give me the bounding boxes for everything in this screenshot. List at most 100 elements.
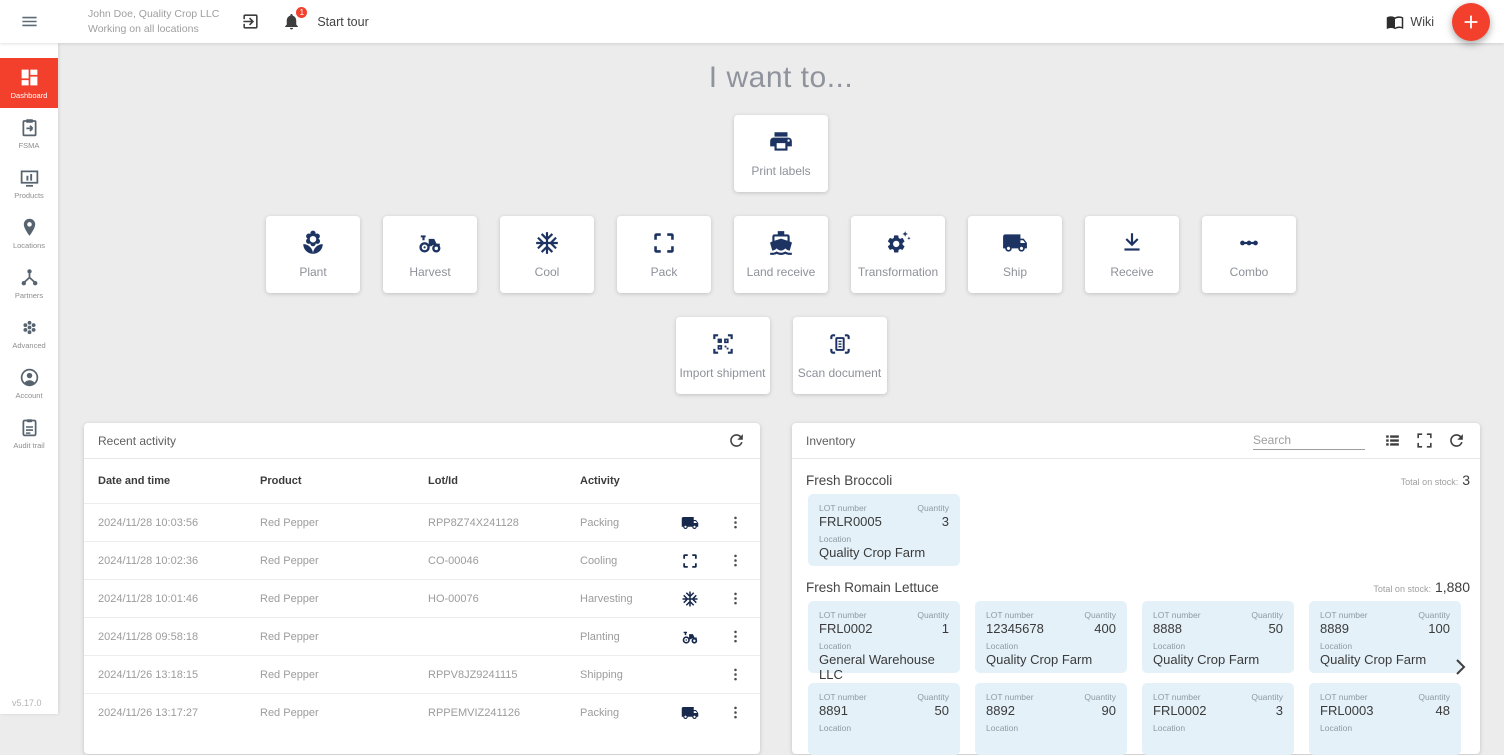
truck-icon[interactable] bbox=[681, 514, 699, 532]
switch-location-button[interactable] bbox=[241, 12, 260, 31]
sidebar-item-dashboard[interactable]: Dashboard bbox=[0, 58, 58, 108]
location-value: Quality Crop Farm bbox=[1153, 652, 1283, 667]
snowflake-icon[interactable] bbox=[681, 590, 699, 608]
row-menu-button[interactable] bbox=[727, 666, 744, 683]
lot-card[interactable]: LOT number Quantity 8891 50 Location bbox=[808, 683, 960, 755]
lot-number-label: LOT number bbox=[1320, 610, 1368, 620]
row-menu-button[interactable] bbox=[727, 552, 744, 569]
table-row[interactable]: 2024/11/28 10:03:56 Red Pepper RPP8Z74X2… bbox=[84, 503, 760, 541]
boat-icon bbox=[768, 230, 794, 256]
quantity-value: 50 bbox=[1269, 621, 1283, 636]
quantity-label: Quantity bbox=[1084, 610, 1116, 620]
row-menu-button[interactable] bbox=[727, 704, 744, 721]
lot-number-label: LOT number bbox=[1153, 692, 1201, 702]
activity-table-header: Date and time Product Lot/Id Activity bbox=[84, 459, 760, 503]
book-icon bbox=[1386, 13, 1404, 31]
lot-number-label: LOT number bbox=[986, 692, 1034, 702]
quantity-value: 50 bbox=[935, 703, 949, 718]
action-card-label: Land receive bbox=[747, 265, 816, 279]
recent-activity-refresh-button[interactable] bbox=[727, 431, 746, 450]
location-label: Location bbox=[1320, 641, 1450, 651]
lot-card[interactable]: LOT number Quantity 8892 90 Location bbox=[975, 683, 1127, 755]
sidebar-item-advanced[interactable]: Advanced bbox=[0, 308, 58, 358]
inventory-list-view-button[interactable] bbox=[1383, 431, 1402, 450]
truck-icon[interactable] bbox=[681, 704, 699, 722]
quantity-value: 3 bbox=[942, 514, 949, 529]
topbar: John Doe, Quality Crop LLC Working on al… bbox=[0, 0, 1504, 43]
table-row[interactable]: 2024/11/26 13:17:27 Red Pepper RPPEMVIZ2… bbox=[84, 693, 760, 731]
action-card-pack[interactable]: Pack bbox=[617, 216, 711, 293]
total-on-stock-value: 3 bbox=[1462, 472, 1470, 488]
action-card-import-shipment[interactable]: Import shipment bbox=[676, 317, 770, 394]
sidebar-item-products[interactable]: Products bbox=[0, 158, 58, 208]
action-card-transformation[interactable]: Transformation bbox=[851, 216, 945, 293]
row-menu-button[interactable] bbox=[727, 590, 744, 607]
lot-card[interactable]: LOT number Quantity FRL0003 48 Location bbox=[1309, 683, 1461, 755]
action-card-ship[interactable]: Ship bbox=[968, 216, 1062, 293]
inventory-scroll-right-button[interactable] bbox=[1448, 655, 1472, 679]
action-card-scan-document[interactable]: Scan document bbox=[793, 317, 887, 394]
location-value: Quality Crop Farm bbox=[1320, 652, 1450, 667]
lot-card[interactable]: LOT number Quantity 12345678 400 Locatio… bbox=[975, 601, 1127, 673]
lot-card[interactable]: LOT number Quantity FRL0002 1 Location G… bbox=[808, 601, 960, 673]
inventory-product-name: Fresh Romain Lettuce bbox=[806, 580, 939, 595]
action-card-receive[interactable]: Receive bbox=[1085, 216, 1179, 293]
kebab-icon bbox=[727, 628, 744, 645]
table-row[interactable]: 2024/11/28 10:01:46 Red Pepper HO-00076 … bbox=[84, 579, 760, 617]
advanced-icon bbox=[19, 317, 40, 338]
start-tour-link[interactable]: Start tour bbox=[317, 15, 368, 29]
inventory-refresh-button[interactable] bbox=[1447, 431, 1466, 450]
table-row[interactable]: 2024/11/26 13:18:15 Red Pepper RPPV8JZ92… bbox=[84, 655, 760, 693]
row-menu-button[interactable] bbox=[727, 628, 744, 645]
row-activity: Packing bbox=[580, 517, 670, 529]
action-card-cool[interactable]: Cool bbox=[500, 216, 594, 293]
row-datetime: 2024/11/28 10:01:46 bbox=[98, 593, 260, 605]
row-product: Red Pepper bbox=[260, 593, 428, 605]
action-card-land-receive[interactable]: Land receive bbox=[734, 216, 828, 293]
pack-icon[interactable] bbox=[681, 552, 699, 570]
location-label: Location bbox=[1320, 723, 1450, 733]
lot-card[interactable]: LOT number Quantity 8888 50 Location Qua… bbox=[1142, 601, 1294, 673]
kebab-icon bbox=[727, 514, 744, 531]
notifications-button[interactable]: 1 bbox=[282, 12, 301, 31]
sidebar-item-partners[interactable]: Partners bbox=[0, 258, 58, 308]
action-card-label: Scan document bbox=[798, 366, 881, 380]
row-activity: Harvesting bbox=[580, 593, 670, 605]
sidebar-item-label: Dashboard bbox=[11, 91, 48, 100]
action-row: Plant Harvest Cool Pack Land receive Tra… bbox=[58, 216, 1504, 293]
row-activity: Cooling bbox=[580, 555, 670, 567]
wiki-link[interactable]: Wiki bbox=[1386, 13, 1434, 31]
action-card-print-labels[interactable]: Print labels bbox=[734, 115, 828, 192]
table-row[interactable]: 2024/11/28 09:58:18 Red Pepper Planting bbox=[84, 617, 760, 655]
action-card-harvest[interactable]: Harvest bbox=[383, 216, 477, 293]
lot-number-label: LOT number bbox=[1153, 610, 1201, 620]
pack-icon bbox=[651, 230, 677, 256]
lot-card[interactable]: LOT number Quantity 8889 100 Location Qu… bbox=[1309, 601, 1461, 673]
sidebar-item-locations[interactable]: Locations bbox=[0, 208, 58, 258]
lot-card[interactable]: LOT number Quantity FRL0002 3 Location bbox=[1142, 683, 1294, 755]
menu-button[interactable] bbox=[20, 12, 39, 31]
list-view-icon bbox=[1383, 431, 1402, 450]
action-card-plant[interactable]: Plant bbox=[266, 216, 360, 293]
wiki-label: Wiki bbox=[1410, 15, 1434, 29]
row-datetime: 2024/11/28 10:02:36 bbox=[98, 555, 260, 567]
add-button[interactable] bbox=[1452, 3, 1490, 41]
sidebar-item-fsma[interactable]: FSMA bbox=[0, 108, 58, 158]
column-activity: Activity bbox=[580, 475, 670, 487]
row-datetime: 2024/11/26 13:17:27 bbox=[98, 707, 260, 719]
tractor-icon[interactable] bbox=[681, 628, 699, 646]
sidebar-item-account[interactable]: Account bbox=[0, 358, 58, 408]
inventory-search-input[interactable] bbox=[1253, 431, 1365, 450]
table-row[interactable]: 2024/11/28 10:02:36 Red Pepper CO-00046 … bbox=[84, 541, 760, 579]
sidebar-item-audit-trail[interactable]: Audit trail bbox=[0, 408, 58, 458]
inventory-group: Fresh Broccoli Total on stock: 3 LOT num… bbox=[792, 472, 1480, 566]
quantity-label: Quantity bbox=[917, 692, 949, 702]
user-scope: Working on all locations bbox=[88, 22, 219, 37]
action-card-label: Combo bbox=[1230, 265, 1269, 279]
quantity-label: Quantity bbox=[1418, 692, 1450, 702]
action-card-combo[interactable]: Combo bbox=[1202, 216, 1296, 293]
lot-card[interactable]: LOT number Quantity FRLR0005 3 Location … bbox=[808, 494, 960, 566]
inventory-fullscreen-button[interactable] bbox=[1415, 431, 1434, 450]
printer-icon bbox=[768, 129, 794, 155]
row-menu-button[interactable] bbox=[727, 514, 744, 531]
